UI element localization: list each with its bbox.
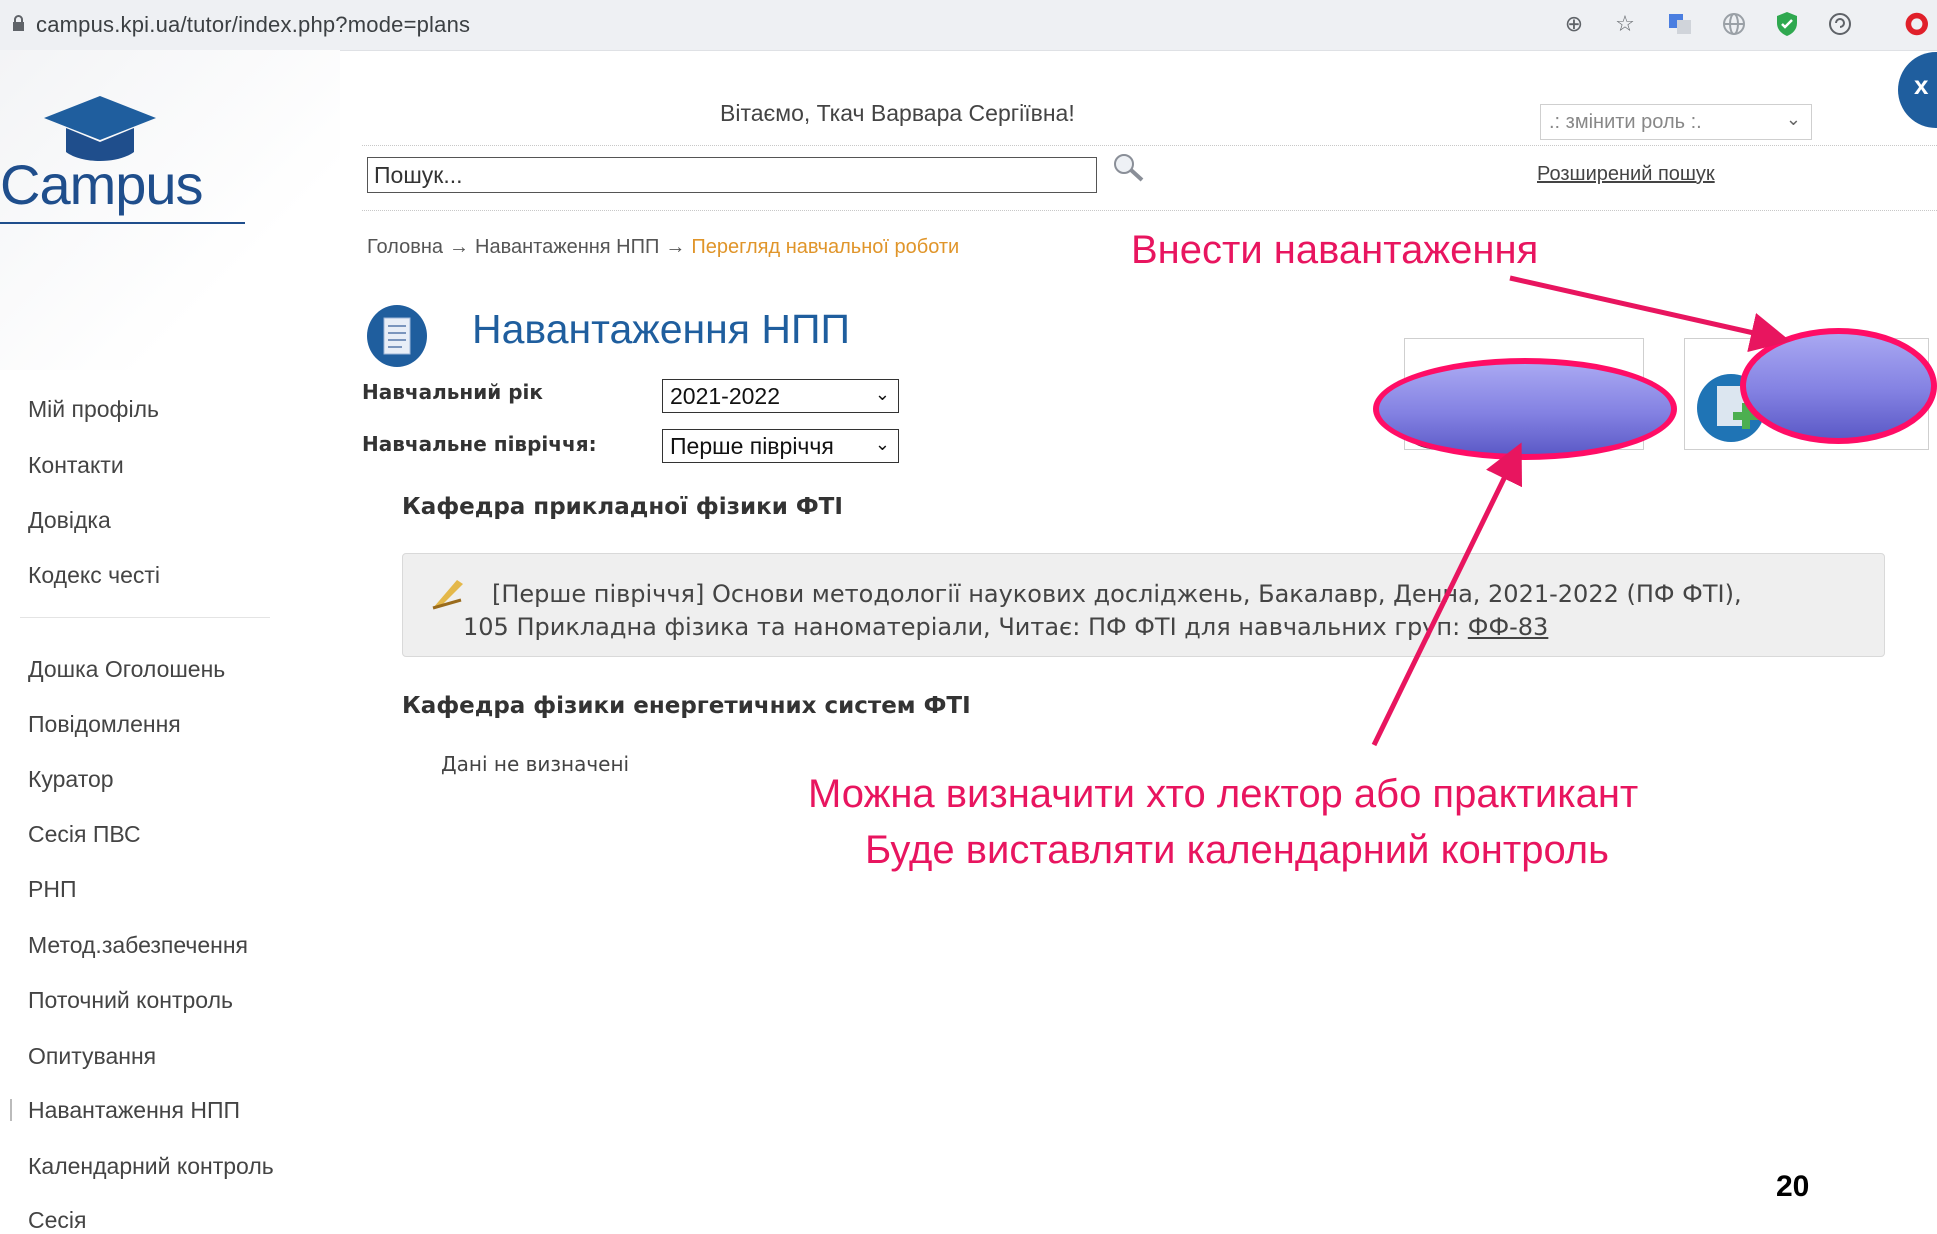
annotation-arrows — [1371, 275, 1791, 747]
arrow-to-add-button — [1509, 275, 1791, 353]
arrow-to-assign-button — [1371, 442, 1523, 747]
slide-number: 20 — [1776, 1170, 1810, 1203]
